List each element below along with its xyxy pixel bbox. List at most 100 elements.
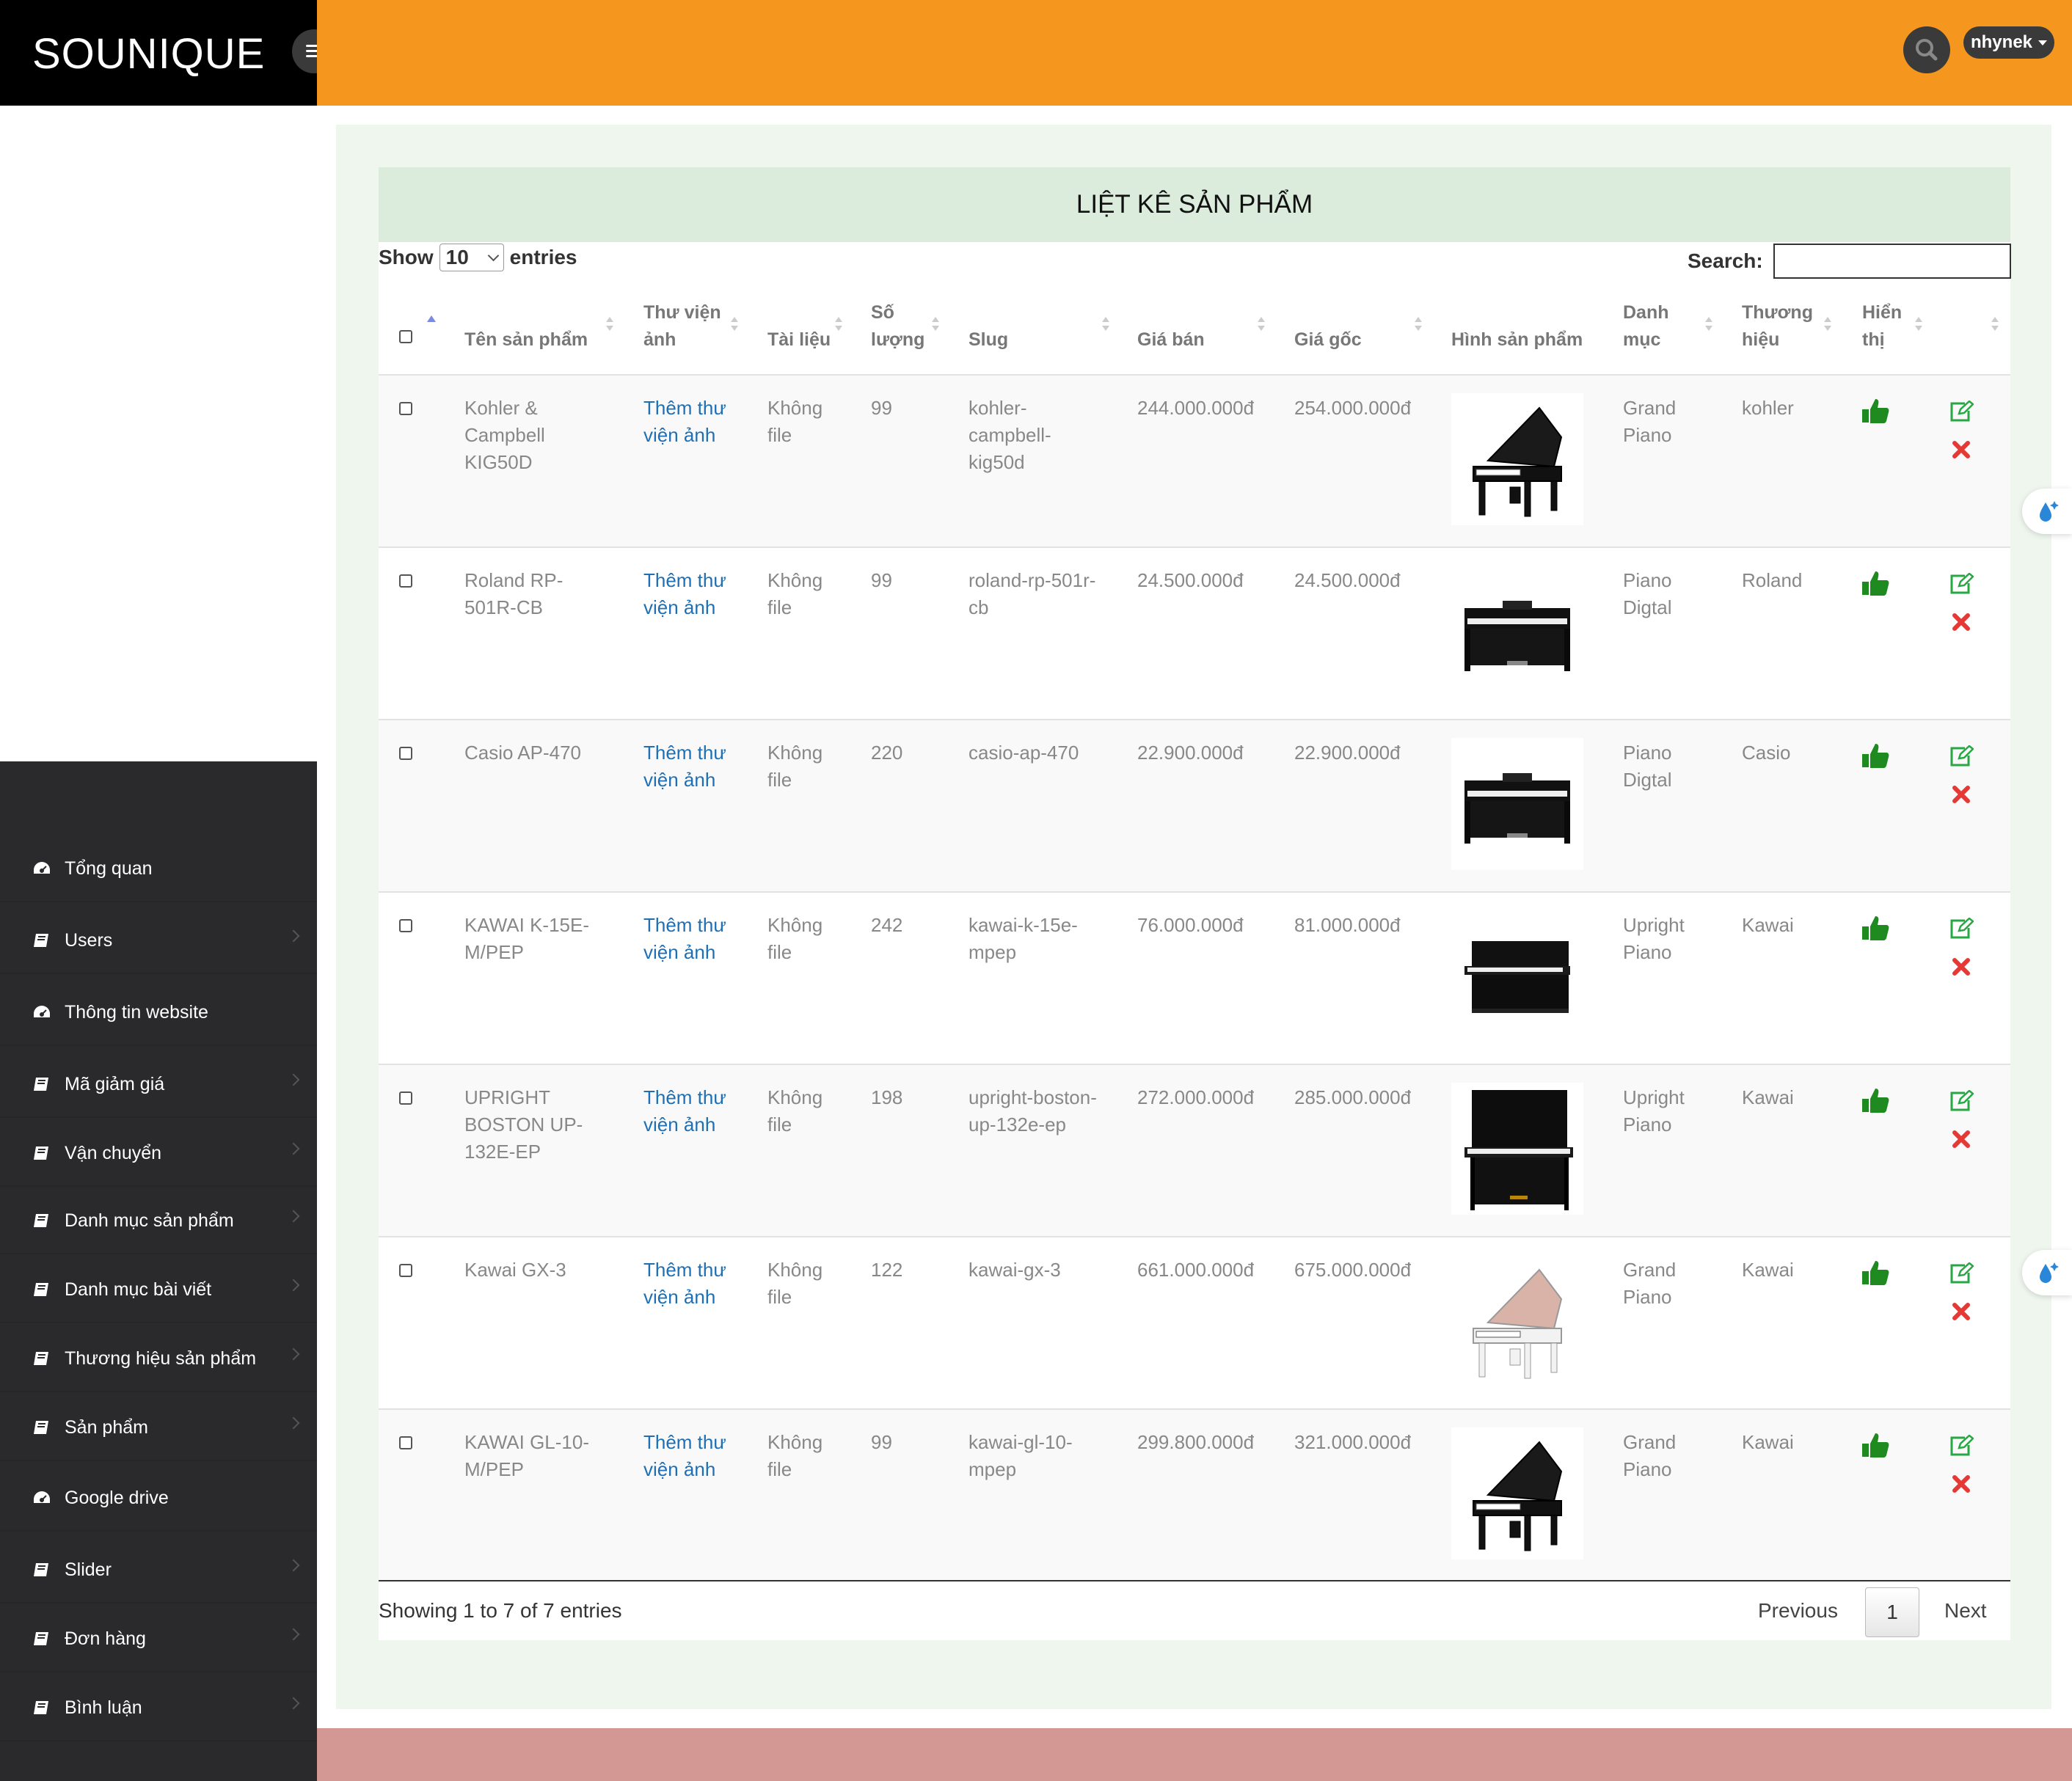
sidebar-item-10[interactable]: Slider	[0, 1537, 317, 1603]
col-header-name[interactable]: Tên sản phẩm	[464, 326, 588, 354]
table-row: Casio AP-470 Thêm thư viện ảnh Không file 220…	[379, 719, 2010, 892]
floating-helper-button[interactable]	[2022, 1250, 2072, 1295]
category-cell: Upright Piano	[1623, 1086, 1685, 1135]
delete-button[interactable]	[1952, 957, 1971, 976]
delete-button[interactable]	[1952, 440, 1971, 459]
add-gallery-link[interactable]: Thêm thư viện ảnh	[643, 395, 726, 449]
add-gallery-link[interactable]: Thêm thư viện ảnh	[643, 1429, 726, 1483]
sidebar-item-2[interactable]: Thông tin website	[0, 980, 317, 1046]
add-gallery-link[interactable]: Thêm thư viện ảnh	[643, 1257, 726, 1311]
sidebar-item-6[interactable]: Danh mục bài viết	[0, 1257, 317, 1323]
row-checkbox[interactable]	[399, 1091, 412, 1105]
sidebar-item-8[interactable]: Sản phẩm	[0, 1395, 317, 1461]
sidebar-item-11[interactable]: Đơn hàng	[0, 1606, 317, 1672]
row-checkbox[interactable]	[399, 747, 412, 760]
sidebar-item-4[interactable]: Vận chuyển	[0, 1121, 317, 1187]
col-header-price[interactable]: Giá bán	[1137, 326, 1205, 354]
toggle-visible-button[interactable]	[1861, 913, 1890, 943]
quantity-cell: 198	[871, 1086, 903, 1108]
delete-button[interactable]	[1952, 1302, 1971, 1321]
product-image	[1451, 566, 1583, 698]
cost-cell: 22.900.000đ	[1294, 742, 1401, 764]
col-header-brand[interactable]: Thương hiệu	[1742, 299, 1813, 354]
floating-helper-button[interactable]	[2022, 489, 2072, 534]
close-icon	[1952, 1475, 1970, 1493]
delete-button[interactable]	[1952, 612, 1971, 632]
close-icon	[1952, 1303, 1970, 1320]
sidebar-item-5[interactable]: Danh mục sản phẩm	[0, 1188, 317, 1254]
toggle-visible-button[interactable]	[1861, 568, 1890, 598]
table-row: Kawai GX-3 Thêm thư viện ảnh Không file 122 ka…	[379, 1236, 2010, 1409]
search-input[interactable]	[1773, 244, 2011, 279]
col-header-cost[interactable]: Giá gốc	[1294, 326, 1362, 354]
toggle-visible-button[interactable]	[1861, 1430, 1890, 1460]
delete-button[interactable]	[1952, 785, 1971, 804]
book-icon	[34, 1421, 48, 1434]
toggle-visible-button[interactable]	[1861, 396, 1890, 425]
add-gallery-link[interactable]: Thêm thư viện ảnh	[643, 1084, 726, 1138]
previous-page-button[interactable]: Previous	[1758, 1599, 1838, 1623]
row-checkbox[interactable]	[399, 1436, 412, 1449]
product-image	[1451, 1427, 1583, 1559]
add-gallery-link[interactable]: Thêm thư viện ảnh	[643, 567, 726, 621]
col-header-slug[interactable]: Slug	[968, 326, 1008, 354]
col-header-qty-line1: Số	[871, 302, 894, 323]
toggle-visible-button[interactable]	[1861, 741, 1890, 770]
edit-button[interactable]	[1949, 745, 1974, 767]
price-cell: 24.500.000đ	[1137, 569, 1244, 591]
page-button-current[interactable]: 1	[1865, 1587, 1919, 1637]
add-gallery-link[interactable]: Thêm thư viện ảnh	[643, 912, 726, 966]
delete-button[interactable]	[1952, 1130, 1971, 1149]
edit-button[interactable]	[1949, 572, 1974, 595]
table-info: Showing 1 to 7 of 7 entries	[379, 1599, 622, 1622]
col-header-qty[interactable]: Số lượng	[871, 299, 924, 354]
sidebar-item-9[interactable]: Google drive	[0, 1466, 317, 1532]
next-page-button[interactable]: Next	[1944, 1599, 1987, 1623]
book-icon	[34, 1147, 48, 1160]
row-checkbox[interactable]	[399, 919, 412, 932]
document-cell: Không file	[767, 1431, 823, 1480]
col-header-doc[interactable]: Tài liệu	[767, 326, 831, 354]
header-search-button[interactable]	[1903, 26, 1950, 73]
brand-logo[interactable]: SOUNIQUE	[32, 29, 265, 78]
table-row: Kohler & Campbell KIG50D Thêm thư viện ảnh Kh…	[379, 374, 2010, 547]
user-menu[interactable]: nhynek	[1963, 26, 2054, 59]
sidebar-item-1[interactable]: Users	[0, 908, 317, 974]
category-cell: Piano Digtal	[1623, 742, 1672, 791]
col-header-category[interactable]: Danh mục	[1623, 299, 1669, 354]
toggle-visible-button[interactable]	[1861, 1258, 1890, 1287]
close-icon	[1952, 613, 1970, 631]
row-checkbox[interactable]	[399, 574, 412, 588]
page-footer	[317, 1728, 2072, 1781]
sidebar-item-7[interactable]: Thương hiệu sản phẩm	[0, 1326, 317, 1392]
edit-button[interactable]	[1949, 1262, 1974, 1284]
select-all-checkbox[interactable]	[399, 330, 412, 343]
brand-area: SOUNIQUE	[0, 0, 336, 106]
sort-icon	[1824, 317, 1831, 333]
page-length-select[interactable]: 10	[439, 244, 504, 271]
sidebar-item-label: Tổng quan	[65, 857, 153, 879]
product-image	[1451, 910, 1583, 1042]
sort-icon	[932, 317, 939, 333]
edit-icon	[1950, 1262, 1974, 1284]
table-row: UPRIGHT BOSTON UP- 132E-EP Thêm thư viện ảnh…	[379, 1064, 2010, 1237]
edit-button[interactable]	[1949, 1434, 1974, 1457]
sidebar-item-label: Sản phẩm	[65, 1416, 148, 1438]
edit-button[interactable]	[1949, 1089, 1974, 1112]
brand-cell: Kawai	[1742, 1431, 1794, 1453]
edit-button[interactable]	[1949, 917, 1974, 940]
row-checkbox[interactable]	[399, 1264, 412, 1277]
add-gallery-link[interactable]: Thêm thư viện ảnh	[643, 739, 726, 794]
slug-cell: kawai-k-15e-mpep	[968, 914, 1078, 963]
table-row: Roland RP- 501R-CB Thêm thư viện ảnh Không fi…	[379, 546, 2010, 720]
toggle-visible-button[interactable]	[1861, 1086, 1890, 1115]
sidebar-item-3[interactable]: Mã giảm giá	[0, 1052, 317, 1118]
sidebar-item-0[interactable]: Tổng quan	[0, 836, 317, 902]
col-header-visible[interactable]: Hiển thị	[1862, 299, 1902, 354]
delete-button[interactable]	[1952, 1474, 1971, 1493]
col-header-gallery[interactable]: Thư viện ảnh	[643, 299, 721, 354]
row-checkbox[interactable]	[399, 402, 412, 415]
edit-button[interactable]	[1949, 400, 1974, 423]
chevron-right-icon	[287, 1347, 300, 1361]
sidebar-item-12[interactable]: Bình luận	[0, 1675, 317, 1741]
